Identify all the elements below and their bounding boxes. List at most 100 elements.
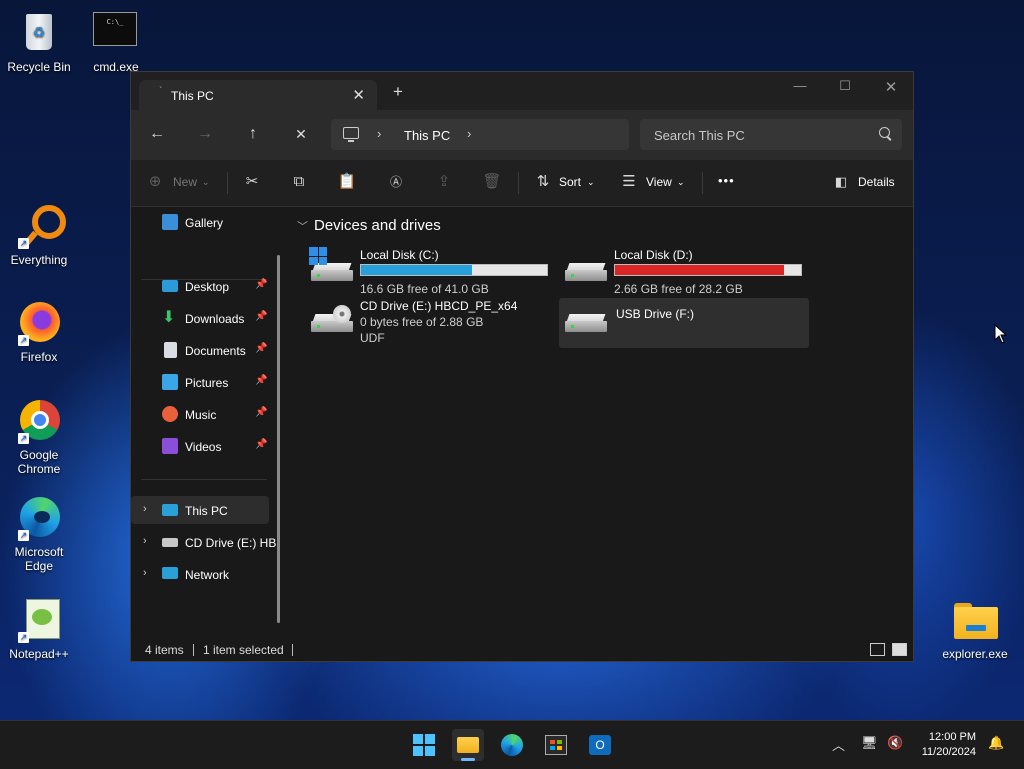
- taskbar-file-explorer[interactable]: [452, 729, 484, 761]
- sidebar-item-gallery[interactable]: Gallery: [131, 208, 269, 236]
- recycle-bin-icon: ♻: [16, 10, 62, 56]
- drive-cd-e[interactable]: CD Drive (E:) HBCD_PE_x64 0 bytes free o…: [307, 296, 555, 352]
- clock[interactable]: 12:00 PM 11/20/2024: [922, 730, 976, 760]
- notification-bell-icon[interactable]: 🔔: [988, 735, 1004, 751]
- cd-drive-icon: [162, 538, 178, 547]
- desktop-icon-cmd[interactable]: C:\_ cmd.exe: [80, 10, 152, 74]
- everything-icon: ↗: [16, 203, 66, 249]
- file-explorer-window: ` This PC ✕ + — ☐ ✕ ← → ↑ ✕ › This PC › …: [130, 71, 914, 662]
- search-placeholder: Search This PC: [654, 128, 745, 143]
- stop-button[interactable]: ✕: [291, 126, 311, 143]
- view-icon: ☰: [622, 173, 636, 190]
- share-button[interactable]: ⇪: [434, 172, 454, 192]
- sidebar-item-documents[interactable]: Documents 📌: [131, 336, 269, 364]
- chevron-right-icon[interactable]: ›: [143, 535, 147, 547]
- search-box[interactable]: Search This PC: [640, 119, 902, 150]
- up-button[interactable]: ↑: [243, 125, 263, 143]
- sort-button[interactable]: Sort: [559, 175, 581, 189]
- sidebar-item-pictures[interactable]: Pictures 📌: [131, 368, 269, 396]
- pin-icon: 📌: [255, 407, 268, 418]
- windows-logo-icon: [413, 734, 435, 756]
- firefox-icon: ↗: [16, 300, 62, 346]
- copy-button[interactable]: ⧉: [289, 172, 309, 192]
- pin-icon: 📌: [255, 279, 268, 290]
- drive-local-disk-c[interactable]: Local Disk (C:) 16.6 GB free of 41.0 GB: [307, 245, 555, 296]
- see-more-button[interactable]: •••: [718, 173, 735, 188]
- chevron-right-icon[interactable]: ›: [377, 126, 381, 141]
- desktop-icon-chrome[interactable]: ↗ Google Chrome: [3, 398, 75, 476]
- title-bar: ` This PC ✕ + — ☐ ✕: [131, 72, 913, 110]
- chevron-down-icon: ⌄: [587, 177, 595, 187]
- desktop-icon-label: Recycle Bin: [7, 60, 71, 74]
- paste-button[interactable]: 📋: [337, 172, 357, 192]
- pin-icon: 📌: [255, 439, 268, 450]
- cut-button[interactable]: ✂: [242, 172, 262, 192]
- gallery-icon: [162, 214, 178, 230]
- chevron-right-icon[interactable]: ›: [143, 567, 147, 579]
- drive-usb-f[interactable]: USB Drive (F:): [559, 298, 809, 348]
- edge-icon: ↗: [16, 495, 62, 541]
- desktop-icon-edge[interactable]: ↗ Microsoft Edge: [3, 495, 75, 573]
- group-header[interactable]: ﹀ Devices and drives: [297, 217, 441, 234]
- desktop-icon-firefox[interactable]: ↗ Firefox: [3, 300, 75, 364]
- cmd-icon: C:\_: [93, 10, 139, 56]
- breadcrumb-this-pc[interactable]: This PC: [404, 128, 450, 143]
- usb-drive-icon: [565, 314, 607, 332]
- forward-button[interactable]: →: [195, 125, 215, 143]
- clock-time: 12:00 PM: [928, 731, 976, 743]
- sidebar-scrollbar[interactable]: [277, 255, 280, 623]
- start-button[interactable]: [408, 729, 440, 761]
- taskbar-edge[interactable]: [496, 729, 528, 761]
- delete-button[interactable]: 🗑: [482, 172, 502, 192]
- taskbar-outlook[interactable]: O: [584, 729, 616, 761]
- details-button[interactable]: Details: [858, 175, 895, 189]
- maximize-button[interactable]: ☐: [830, 78, 860, 98]
- desktop-icon-recycle-bin[interactable]: ♻ Recycle Bin: [3, 10, 75, 74]
- navigation-bar: ← → ↑ ✕ › This PC › Search This PC: [131, 110, 913, 160]
- close-window-button[interactable]: ✕: [876, 78, 906, 98]
- desktop-icon-explorer[interactable]: explorer.exe: [939, 597, 1011, 661]
- drive-usage-bar: [614, 264, 802, 276]
- desktop-icon-notepadpp[interactable]: ↗ Notepad++: [3, 597, 75, 661]
- sidebar-item-music[interactable]: Music 📌: [131, 400, 269, 428]
- tab-this-pc[interactable]: ` This PC ✕: [139, 80, 377, 110]
- network-status-icon[interactable]: 🖥: [861, 735, 878, 751]
- chevron-right-icon[interactable]: ›: [143, 503, 147, 515]
- sidebar-item-cd-drive[interactable]: › CD Drive (E:) HB: [131, 528, 276, 556]
- edge-icon: [501, 734, 523, 756]
- network-icon: [162, 567, 178, 579]
- back-button[interactable]: ←: [147, 125, 167, 143]
- download-icon: ⬇: [162, 309, 176, 326]
- chevron-up-icon[interactable]: ︿: [832, 735, 845, 754]
- sidebar-item-this-pc[interactable]: › This PC: [131, 496, 269, 524]
- command-bar: ⊕ New ⌄ ✂ ⧉ 📋 Ⓐ ⇪ 🗑 ⇅ Sort ⌄ ☰ View ⌄ ••…: [131, 160, 913, 207]
- address-bar[interactable]: › This PC ›: [331, 119, 629, 150]
- desktop-icon-everything[interactable]: ↗ Everything: [3, 203, 75, 267]
- view-button[interactable]: View: [646, 175, 672, 189]
- music-icon: [162, 406, 178, 422]
- minimize-button[interactable]: —: [785, 78, 815, 98]
- new-button[interactable]: New: [173, 175, 197, 189]
- hard-drive-icon: [565, 263, 607, 281]
- rename-button[interactable]: Ⓐ: [386, 172, 406, 192]
- pin-icon: 📌: [255, 375, 268, 386]
- sidebar-item-desktop[interactable]: Desktop 📌: [131, 272, 269, 300]
- windows-logo-icon: [309, 247, 327, 265]
- close-tab-icon[interactable]: ✕: [352, 86, 365, 104]
- search-icon: [879, 127, 890, 138]
- new-tab-button[interactable]: +: [393, 83, 403, 100]
- drive-local-disk-d[interactable]: Local Disk (D:) 2.66 GB free of 28.2 GB: [561, 245, 809, 296]
- videos-icon: [162, 438, 178, 454]
- chevron-right-icon[interactable]: ›: [467, 126, 471, 141]
- details-view-button[interactable]: [870, 643, 885, 656]
- sidebar-item-network[interactable]: › Network: [131, 560, 269, 588]
- pictures-icon: [162, 374, 178, 390]
- sidebar-item-downloads[interactable]: ⬇ Downloads 📌: [131, 304, 269, 332]
- loading-indicator: `: [159, 86, 163, 97]
- large-icons-view-button[interactable]: [892, 643, 907, 656]
- volume-muted-icon[interactable]: 🔇: [887, 735, 903, 751]
- clock-date: 11/20/2024: [921, 746, 976, 758]
- taskbar-store[interactable]: [540, 729, 572, 761]
- content-pane: ﹀ Devices and drives Local Disk (C:) 16.6…: [289, 207, 913, 639]
- sidebar-item-videos[interactable]: Videos 📌: [131, 432, 269, 460]
